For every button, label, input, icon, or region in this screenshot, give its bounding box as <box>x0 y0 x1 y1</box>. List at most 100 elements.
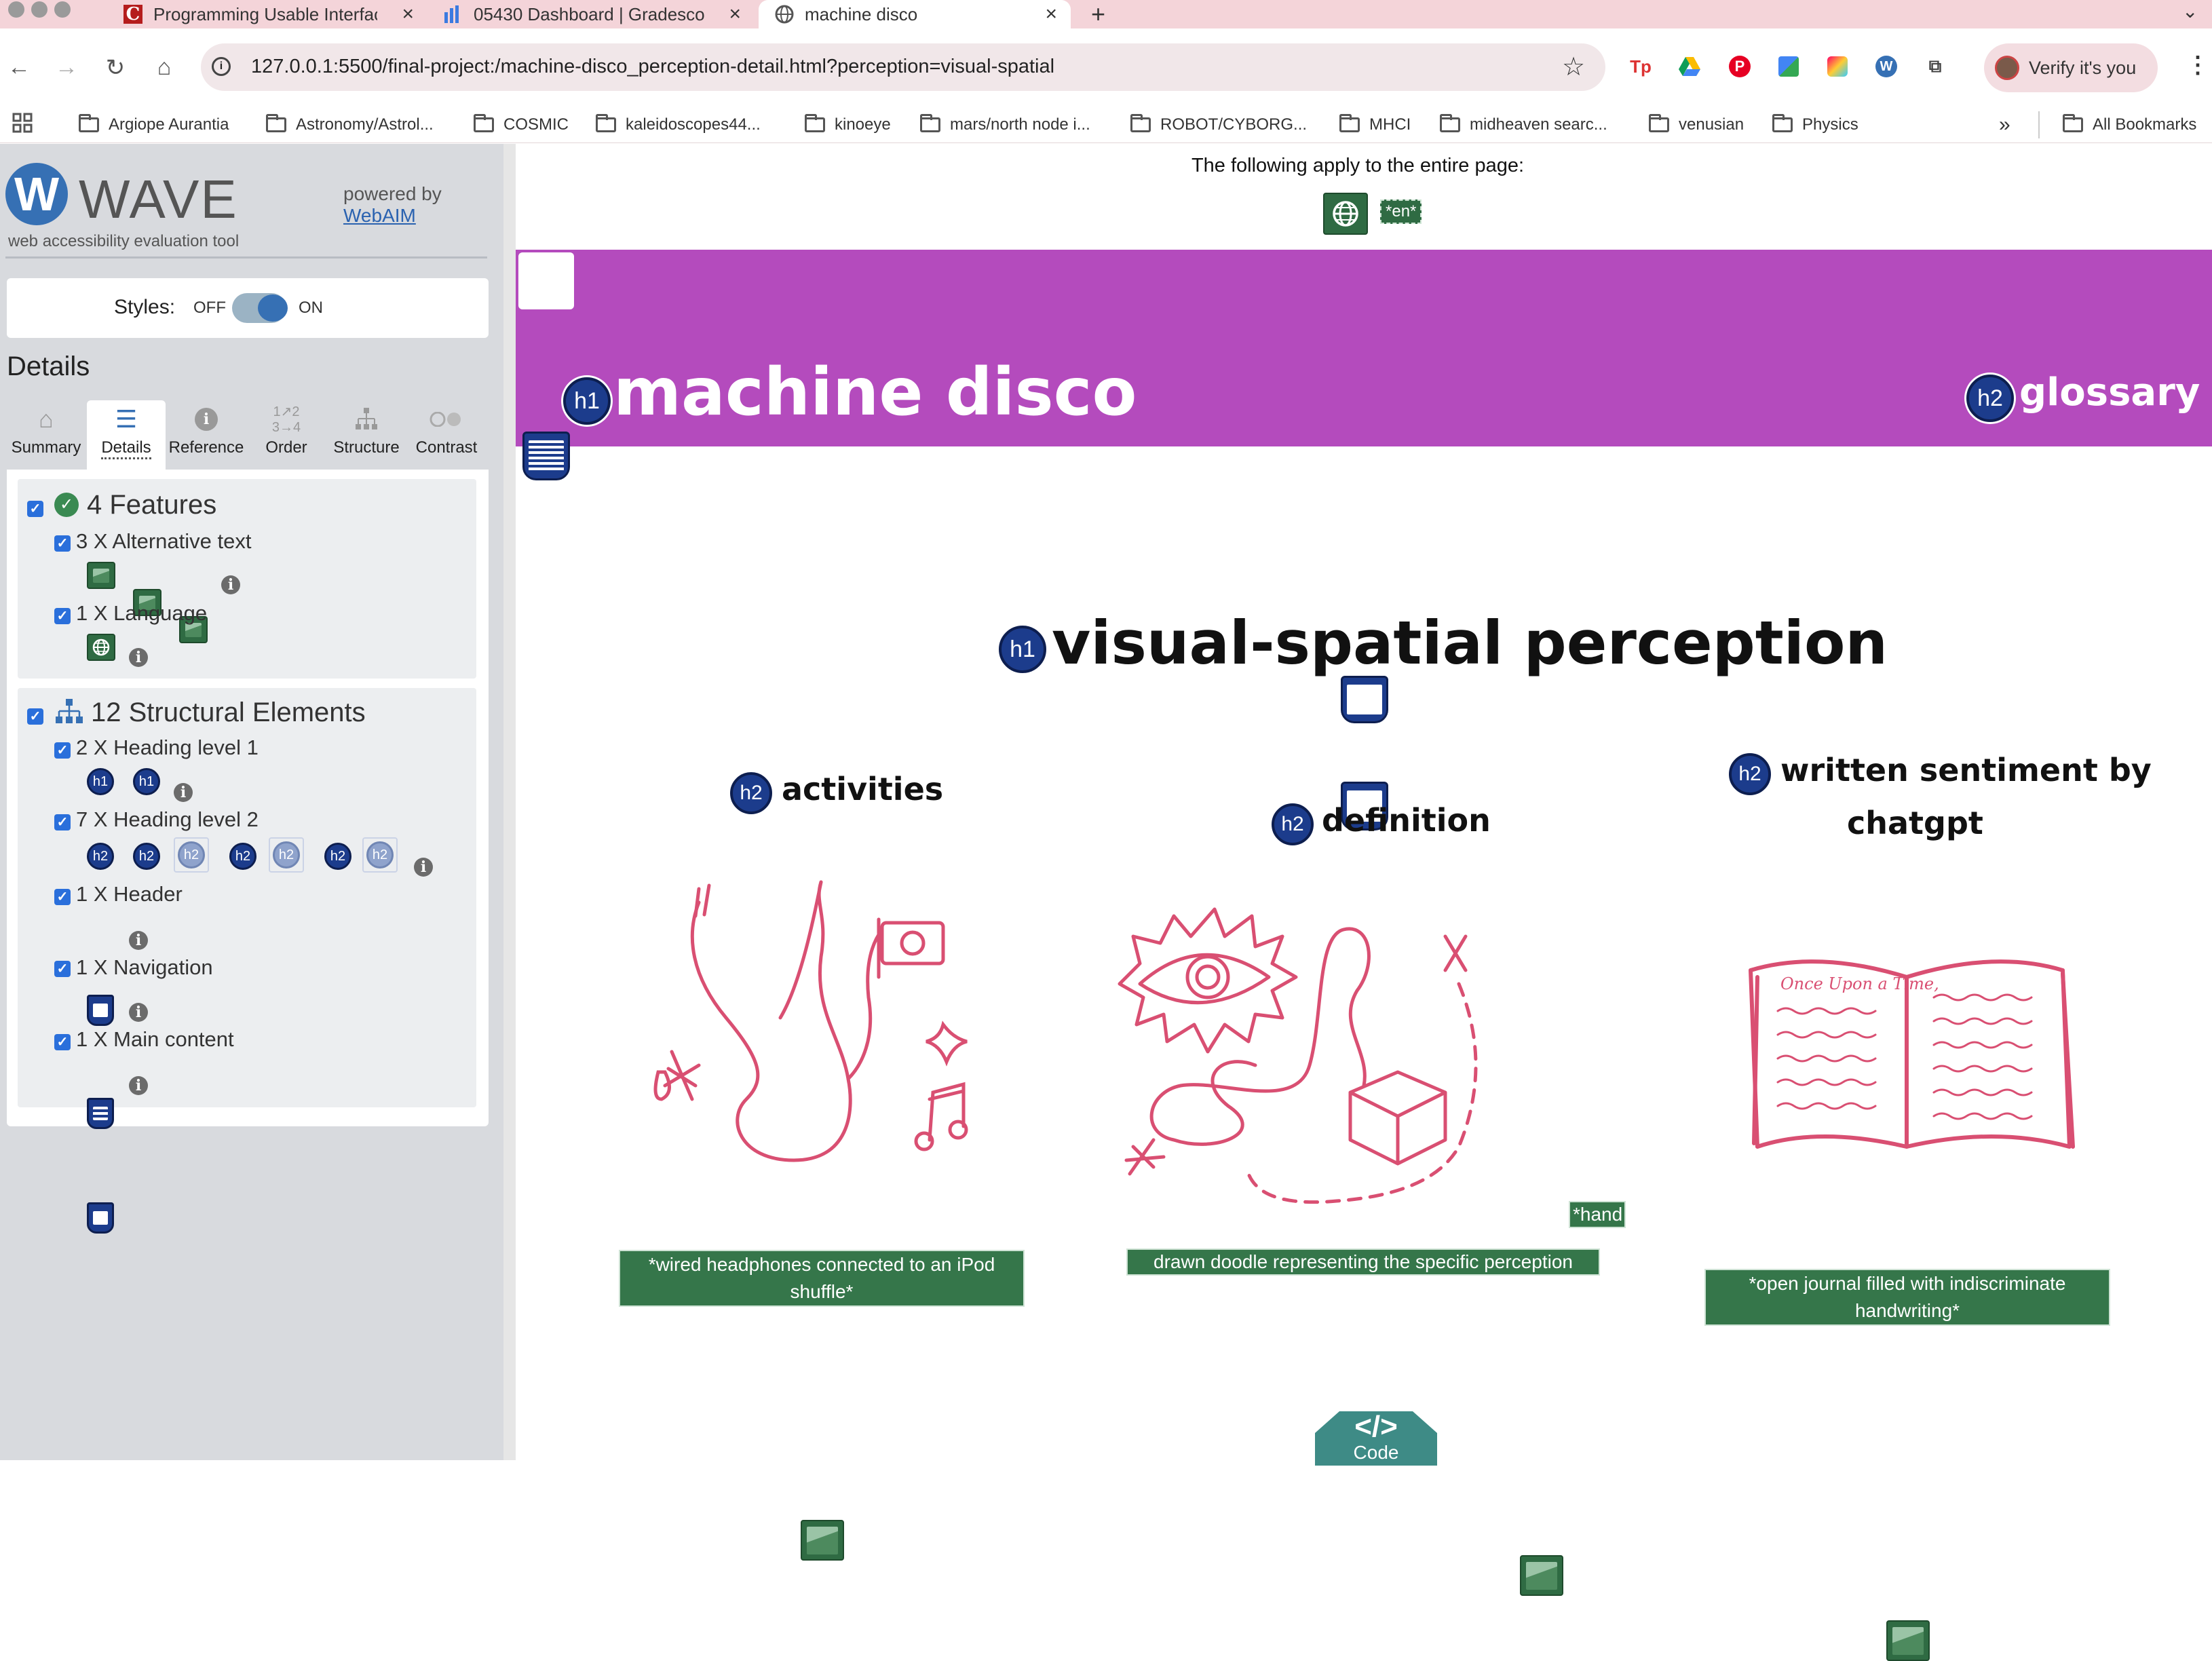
main-landmark-icon[interactable] <box>87 1202 114 1234</box>
h2-badge-icon[interactable]: h2 <box>1966 375 2014 422</box>
h1-badge-icon[interactable]: h1 <box>133 768 160 795</box>
tab-contrast[interactable]: Contrast <box>407 400 486 471</box>
info-icon[interactable]: i <box>129 648 148 667</box>
tab-details[interactable]: ☰ Details <box>87 400 166 471</box>
h2-badge-icon[interactable]: h2 <box>324 843 351 870</box>
tab-structure[interactable]: Structure <box>327 400 406 471</box>
h2-badge-icon[interactable]: h2 <box>1272 803 1314 845</box>
back-arrow-icon[interactable]: ← <box>5 54 33 81</box>
h2-badge-icon[interactable]: h2 <box>273 841 300 868</box>
h2-badge-icon[interactable]: h2 <box>730 772 772 814</box>
h2-checkbox[interactable]: ✓ <box>54 814 71 830</box>
wave-extension-icon[interactable]: W <box>1874 54 1899 79</box>
header-landmark-icon[interactable] <box>87 995 114 1026</box>
home-icon[interactable]: ⌂ <box>151 54 178 81</box>
close-tab-icon[interactable]: × <box>729 3 741 26</box>
alt-text-checkbox[interactable]: ✓ <box>54 535 71 552</box>
h1-badge-icon[interactable]: h1 <box>87 768 114 795</box>
main-checkbox[interactable]: ✓ <box>54 1034 71 1050</box>
extension-multicolor-icon[interactable] <box>1776 54 1801 79</box>
toggle-knob[interactable] <box>258 294 288 322</box>
header-landmark-icon[interactable] <box>1341 676 1388 723</box>
reload-icon[interactable]: ↻ <box>102 54 129 81</box>
browser-tab-active[interactable]: machine disco × <box>759 0 1071 28</box>
browser-tab[interactable]: 05430 Dashboard | Gradesco × <box>442 0 741 28</box>
bar-chart-icon <box>442 3 464 25</box>
verify-label: Verify it's you <box>2029 57 2137 78</box>
apps-grid-icon[interactable] <box>12 113 34 138</box>
language-checkbox[interactable]: ✓ <box>54 608 71 624</box>
bookmark-folder[interactable]: mars/north node i... <box>920 107 1090 142</box>
globe-icon[interactable] <box>87 634 115 661</box>
alt-text-label: *open journal filled with indiscriminate… <box>1704 1269 2110 1326</box>
h1-checkbox[interactable]: ✓ <box>54 742 71 759</box>
pinterest-icon[interactable]: P <box>1728 54 1752 79</box>
structure-checkbox[interactable]: ✓ <box>27 708 43 725</box>
h2-badge-icon[interactable]: h2 <box>87 843 114 870</box>
tab-summary[interactable]: ⌂ Summary <box>7 400 85 471</box>
forward-arrow-icon[interactable]: → <box>53 54 80 81</box>
navigation-landmark-icon[interactable] <box>522 432 570 480</box>
close-tab-icon[interactable]: × <box>1045 3 1057 26</box>
header-count: 1 X Header <box>76 882 183 906</box>
window-minimize-button[interactable] <box>31 1 47 18</box>
header-checkbox[interactable]: ✓ <box>54 889 71 905</box>
google-drive-icon[interactable] <box>1677 54 1702 79</box>
h2-badge-icon[interactable]: h2 <box>178 841 205 868</box>
bookmark-folder[interactable]: ROBOT/CYBORG... <box>1130 107 1307 142</box>
h2-badge-icon[interactable]: h2 <box>229 843 256 870</box>
info-icon[interactable]: i <box>414 858 433 877</box>
tab-search-chevron-icon[interactable]: ⌄ <box>2182 0 2198 22</box>
styles-label: Styles: <box>114 296 176 318</box>
bookmark-star-icon[interactable]: ☆ <box>1562 52 1585 82</box>
browser-menu-icon[interactable]: ⋮ <box>2186 52 2209 79</box>
h1-badge-icon[interactable]: h1 <box>999 626 1046 673</box>
extension-color-picker-icon[interactable] <box>1825 54 1850 79</box>
info-icon[interactable]: i <box>221 575 240 594</box>
bookmark-folder[interactable]: kaleidoscopes44... <box>596 107 761 142</box>
verify-profile-button[interactable]: Verify it's you <box>1984 43 2158 92</box>
tab-reference[interactable]: i Reference <box>167 400 246 471</box>
new-tab-button[interactable]: + <box>1091 0 1105 28</box>
navigation-landmark-icon[interactable] <box>87 1098 114 1129</box>
url-text[interactable]: 127.0.0.1:5500/final-project:/machine-di… <box>251 56 1054 78</box>
bookmark-folder[interactable]: MHCI <box>1339 107 1411 142</box>
window-close-button[interactable] <box>8 1 24 18</box>
language-globe-icon[interactable] <box>1323 193 1368 235</box>
info-icon[interactable]: i <box>129 931 148 950</box>
alt-image-icon[interactable] <box>87 562 115 589</box>
bookmark-folder[interactable]: COSMIC <box>474 107 569 142</box>
site-title[interactable]: machine disco <box>613 354 1137 430</box>
h2-badge-icon[interactable]: h2 <box>1729 753 1771 795</box>
h1-badge-icon[interactable]: h1 <box>563 377 611 425</box>
lang-tag: *en* <box>1380 199 1422 224</box>
h2-badge-icon[interactable]: h2 <box>366 841 394 868</box>
bookmark-folder[interactable]: Argiope Aurantia <box>79 107 229 142</box>
extension-tp-icon[interactable]: Tp <box>1628 54 1653 79</box>
alt-image-icon[interactable] <box>1520 1555 1563 1596</box>
window-maximize-button[interactable] <box>54 1 71 18</box>
bookmark-folder[interactable]: midheaven searc... <box>1440 107 1607 142</box>
alt-image-icon[interactable] <box>801 1520 844 1561</box>
alt-image-icon[interactable] <box>1886 1620 1930 1661</box>
site-info-icon[interactable]: i <box>212 57 231 76</box>
bookmark-folder[interactable]: Astronomy/Astrol... <box>266 107 434 142</box>
more-bookmarks-button[interactable]: » <box>1999 107 2010 142</box>
tab-order[interactable]: 1↗2 3→4 Order <box>247 400 326 471</box>
info-icon[interactable]: i <box>174 783 193 802</box>
glossary-link[interactable]: glossary <box>2019 370 2200 415</box>
bookmark-folder[interactable]: Physics <box>1772 107 1858 142</box>
browser-tab[interactable]: C Programming Usable Interfac × <box>122 0 414 28</box>
bookmark-folder[interactable]: kinoeye <box>805 107 891 142</box>
code-button[interactable]: </> Code <box>1315 1411 1437 1466</box>
all-bookmarks-folder[interactable]: All Bookmarks <box>2063 107 2196 142</box>
h2-badge-icon[interactable]: h2 <box>133 843 160 870</box>
extensions-puzzle-icon[interactable]: ⧉ <box>1923 54 1947 79</box>
features-checkbox[interactable]: ✓ <box>27 501 43 517</box>
info-icon[interactable]: i <box>129 1003 148 1022</box>
webaim-link[interactable]: WebAIM <box>343 205 416 227</box>
close-tab-icon[interactable]: × <box>402 3 414 26</box>
bookmark-folder[interactable]: venusian <box>1649 107 1744 142</box>
navigation-checkbox[interactable]: ✓ <box>54 961 71 977</box>
info-icon[interactable]: i <box>129 1076 148 1095</box>
